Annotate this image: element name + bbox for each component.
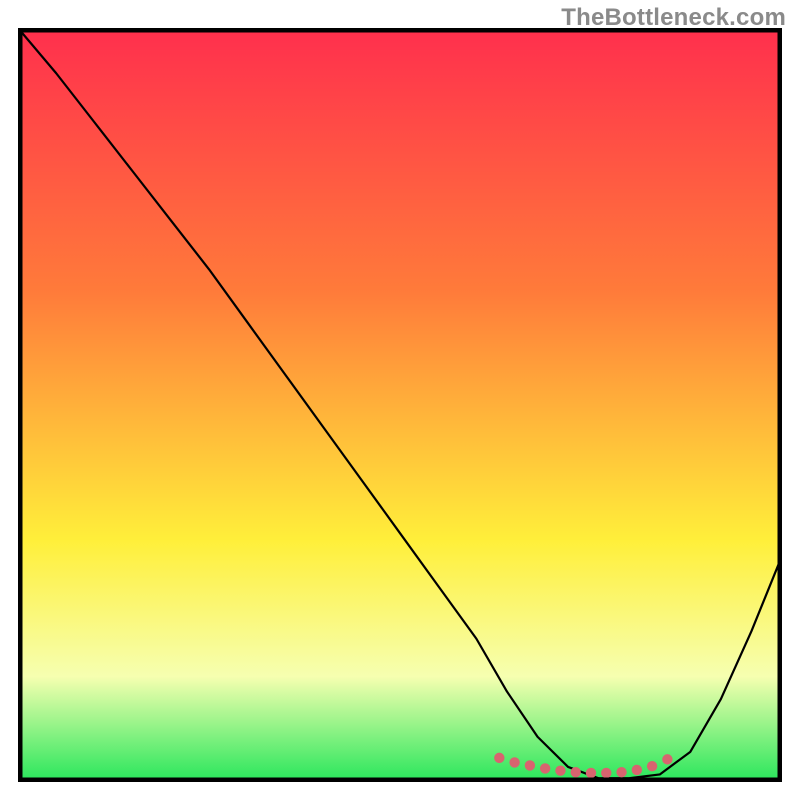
- marker-dot: [555, 765, 565, 775]
- marker-dot: [601, 768, 611, 778]
- marker-dot: [632, 765, 642, 775]
- marker-dot: [509, 757, 519, 767]
- marker-dot: [616, 767, 626, 777]
- marker-dot: [586, 768, 596, 778]
- marker-dot: [662, 754, 672, 764]
- marker-dot: [494, 753, 504, 763]
- chart-svg: [18, 28, 782, 782]
- marker-dot: [525, 760, 535, 770]
- plot-background: [18, 28, 782, 782]
- chart-frame: [18, 28, 782, 782]
- marker-dot: [647, 761, 657, 771]
- marker-dot: [571, 767, 581, 777]
- chart-container: TheBottleneck.com: [0, 0, 800, 800]
- marker-dot: [540, 763, 550, 773]
